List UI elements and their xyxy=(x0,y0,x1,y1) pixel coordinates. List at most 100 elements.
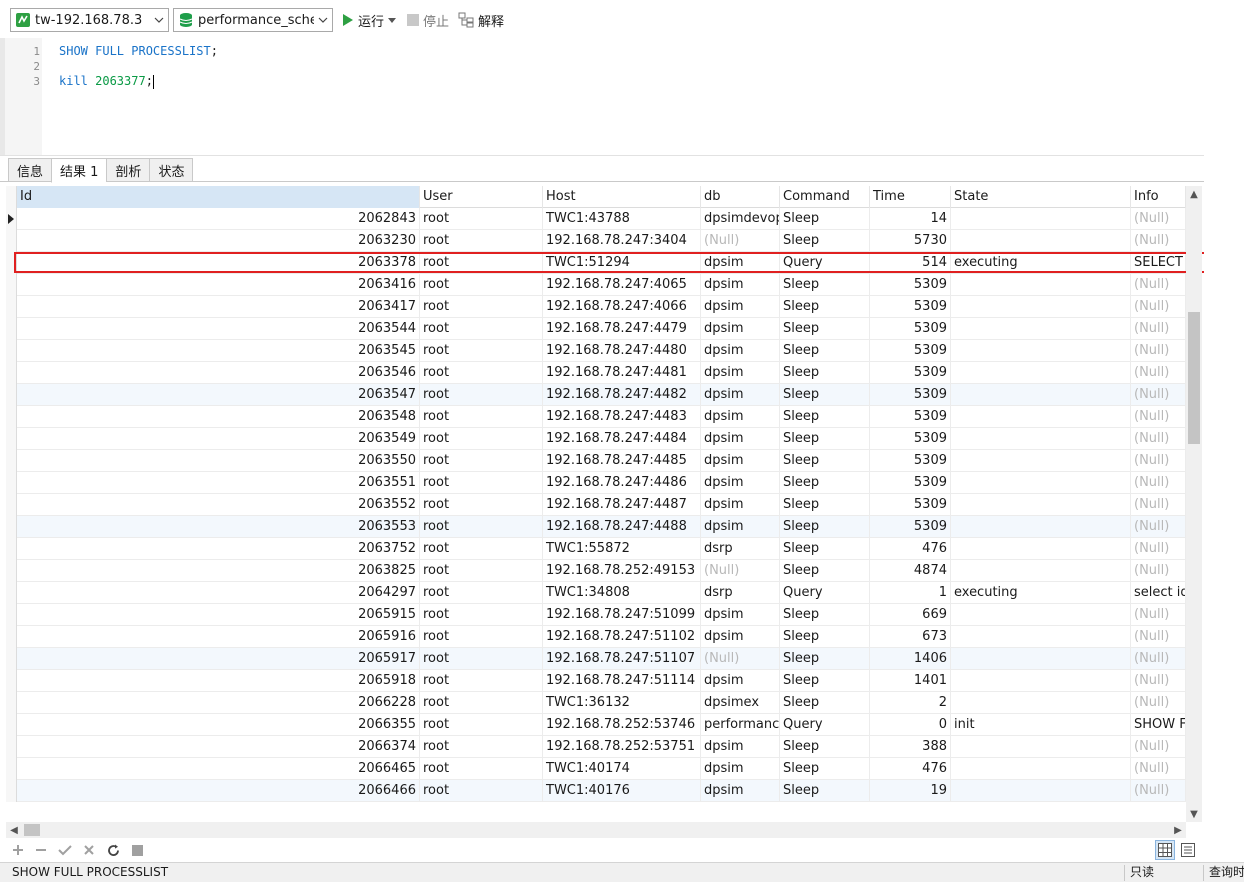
scroll-up-icon[interactable]: ▲ xyxy=(1186,186,1202,202)
cell-id[interactable]: 2065915 xyxy=(17,604,420,626)
cell-host[interactable]: 192.168.78.247:4066 xyxy=(543,296,701,318)
row-indicator[interactable] xyxy=(6,582,17,604)
table-row[interactable]: 2063547 root 192.168.78.247:4482 dpsim Sleep… xyxy=(6,384,1186,406)
cell-db[interactable]: dpsim xyxy=(701,626,780,648)
cell-user[interactable]: root xyxy=(420,318,543,340)
cell-time[interactable]: 5730 xyxy=(870,230,951,252)
cell-user[interactable]: root xyxy=(420,406,543,428)
row-indicator[interactable] xyxy=(6,428,17,450)
scroll-down-icon[interactable]: ▼ xyxy=(1186,806,1202,822)
table-row[interactable]: 2066466 root TWC1:40176 dpsim Sleep 19 (Null) xyxy=(6,780,1186,802)
cell-host[interactable]: TWC1:40176 xyxy=(543,780,701,802)
cell-state[interactable] xyxy=(951,516,1131,538)
cell-host[interactable]: 192.168.78.247:51114 xyxy=(543,670,701,692)
cell-info[interactable]: (Null) xyxy=(1131,758,1186,780)
cell-info[interactable]: (Null) xyxy=(1131,494,1186,516)
cell-db[interactable]: dpsim xyxy=(701,274,780,296)
cell-info[interactable]: (Null) xyxy=(1131,736,1186,758)
cell-host[interactable]: 192.168.78.247:51102 xyxy=(543,626,701,648)
cell-host[interactable]: 192.168.78.247:51099 xyxy=(543,604,701,626)
cell-host[interactable]: TWC1:51294 xyxy=(543,252,701,274)
cell-info[interactable]: (Null) xyxy=(1131,626,1186,648)
cell-host[interactable]: TWC1:36132 xyxy=(543,692,701,714)
cell-time[interactable]: 388 xyxy=(870,736,951,758)
cell-info[interactable]: (Null) xyxy=(1131,538,1186,560)
cell-user[interactable]: root xyxy=(420,714,543,736)
cell-user[interactable]: root xyxy=(420,648,543,670)
cell-db[interactable]: dsrp xyxy=(701,538,780,560)
vertical-scroll-thumb[interactable] xyxy=(1188,312,1200,444)
table-row[interactable]: 2063548 root 192.168.78.247:4483 dpsim Sleep… xyxy=(6,406,1186,428)
cell-info[interactable]: (Null) xyxy=(1131,670,1186,692)
cell-command[interactable]: Sleep xyxy=(780,362,870,384)
row-indicator[interactable] xyxy=(6,450,17,472)
column-header-host[interactable]: Host xyxy=(543,186,701,208)
cell-state[interactable] xyxy=(951,494,1131,516)
tab-2[interactable]: 剖析 xyxy=(106,158,150,182)
row-indicator[interactable] xyxy=(6,230,17,252)
table-row[interactable]: 2063552 root 192.168.78.247:4487 dpsim Sleep… xyxy=(6,494,1186,516)
row-indicator[interactable] xyxy=(6,340,17,362)
cell-user[interactable]: root xyxy=(420,384,543,406)
cell-time[interactable]: 4874 xyxy=(870,560,951,582)
column-header-user[interactable]: User xyxy=(420,186,543,208)
cell-host[interactable]: 192.168.78.247:4065 xyxy=(543,274,701,296)
cell-db[interactable]: dpsimex xyxy=(701,692,780,714)
cell-info[interactable]: (Null) xyxy=(1131,340,1186,362)
cell-db[interactable]: dpsim xyxy=(701,736,780,758)
cell-db[interactable]: dpsim xyxy=(701,472,780,494)
code-line[interactable]: SHOW FULL PROCESSLIST; xyxy=(59,44,218,58)
row-indicator[interactable] xyxy=(6,736,17,758)
cell-host[interactable]: 192.168.78.247:4481 xyxy=(543,362,701,384)
row-indicator[interactable] xyxy=(6,538,17,560)
cell-host[interactable]: 192.168.78.247:4484 xyxy=(543,428,701,450)
cell-id[interactable]: 2062843 xyxy=(17,208,420,230)
cell-state[interactable] xyxy=(951,670,1131,692)
cell-time[interactable]: 476 xyxy=(870,758,951,780)
cell-state[interactable] xyxy=(951,604,1131,626)
cell-state[interactable] xyxy=(951,406,1131,428)
cell-command[interactable]: Query xyxy=(780,582,870,604)
table-row[interactable]: 2063378 root TWC1:51294 dpsim Query 514 execut… xyxy=(6,252,1186,274)
scroll-right-icon[interactable]: ▶ xyxy=(1170,822,1186,838)
cell-user[interactable]: root xyxy=(420,494,543,516)
cell-state[interactable] xyxy=(951,758,1131,780)
cell-command[interactable]: Sleep xyxy=(780,384,870,406)
table-row[interactable]: 2063416 root 192.168.78.247:4065 dpsim Sleep… xyxy=(6,274,1186,296)
caret-down-icon[interactable] xyxy=(388,17,397,23)
cell-info[interactable]: (Null) xyxy=(1131,648,1186,670)
cell-user[interactable]: root xyxy=(420,340,543,362)
cell-info[interactable]: (Null) xyxy=(1131,450,1186,472)
cell-time[interactable]: 14 xyxy=(870,208,951,230)
row-indicator[interactable] xyxy=(6,670,17,692)
cell-time[interactable]: 5309 xyxy=(870,318,951,340)
cell-host[interactable]: TWC1:43788 xyxy=(543,208,701,230)
cell-info[interactable]: (Null) xyxy=(1131,472,1186,494)
cell-user[interactable]: root xyxy=(420,736,543,758)
cell-command[interactable]: Sleep xyxy=(780,340,870,362)
table-row[interactable]: 2066374 root 192.168.78.252:53751 dpsim Slee… xyxy=(6,736,1186,758)
cell-id[interactable]: 2063417 xyxy=(17,296,420,318)
cell-user[interactable]: root xyxy=(420,516,543,538)
table-row[interactable]: 2063417 root 192.168.78.247:4066 dpsim Sleep… xyxy=(6,296,1186,318)
cell-command[interactable]: Sleep xyxy=(780,494,870,516)
table-row[interactable]: 2063550 root 192.168.78.247:4485 dpsim Sleep… xyxy=(6,450,1186,472)
cell-state[interactable]: init xyxy=(951,714,1131,736)
stop-fetch-icon[interactable] xyxy=(128,841,146,859)
cell-id[interactable]: 2063378 xyxy=(17,252,420,274)
cell-user[interactable]: root xyxy=(420,208,543,230)
cell-command[interactable]: Sleep xyxy=(780,736,870,758)
cell-info[interactable]: (Null) xyxy=(1131,604,1186,626)
cell-db[interactable]: dpsim xyxy=(701,494,780,516)
row-indicator[interactable] xyxy=(6,692,17,714)
row-indicator[interactable] xyxy=(6,384,17,406)
table-row[interactable]: 2063825 root 192.168.78.252:49153 (Null) Sle… xyxy=(6,560,1186,582)
cell-user[interactable]: root xyxy=(420,450,543,472)
cell-state[interactable] xyxy=(951,384,1131,406)
cell-id[interactable]: 2065916 xyxy=(17,626,420,648)
cell-user[interactable]: root xyxy=(420,296,543,318)
vertical-scrollbar[interactable]: ▲ ▼ xyxy=(1186,186,1202,822)
column-header-state[interactable]: State xyxy=(951,186,1131,208)
cell-command[interactable]: Sleep xyxy=(780,208,870,230)
cell-state[interactable] xyxy=(951,318,1131,340)
